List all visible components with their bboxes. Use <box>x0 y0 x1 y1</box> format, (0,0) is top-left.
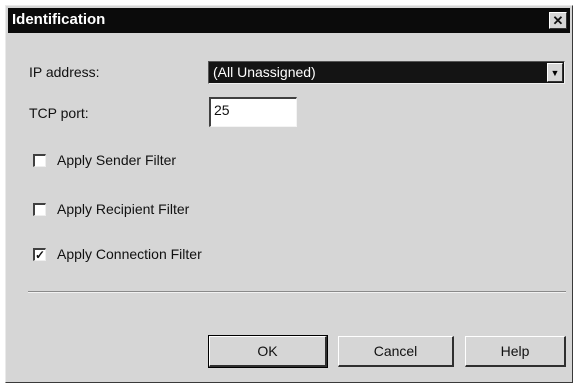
ip-address-select[interactable]: (All Unassigned) ▼ <box>208 61 565 84</box>
cancel-button[interactable]: Cancel <box>338 336 454 367</box>
sender-filter-option[interactable]: Apply Sender Filter <box>33 152 176 168</box>
ip-address-label: IP address: <box>29 64 100 80</box>
chevron-down-icon: ▼ <box>550 67 560 78</box>
identification-dialog: Identification ✕ IP address: (All Unassi… <box>5 5 573 383</box>
tcp-port-label: TCP port: <box>29 105 89 121</box>
recipient-filter-checkbox[interactable] <box>33 202 46 216</box>
ok-button[interactable]: OK <box>208 335 328 368</box>
help-button[interactable]: Help <box>465 336 566 367</box>
connection-filter-option[interactable]: ✓ Apply Connection Filter <box>33 246 202 262</box>
dialog-title: Identification <box>12 11 106 28</box>
connection-filter-label: Apply Connection Filter <box>57 246 202 262</box>
sender-filter-label: Apply Sender Filter <box>57 152 177 168</box>
sender-filter-checkbox[interactable] <box>33 153 46 167</box>
ip-address-value: (All Unassigned) <box>213 64 316 80</box>
recipient-filter-label: Apply Recipient Filter <box>57 201 190 217</box>
recipient-filter-option[interactable]: Apply Recipient Filter <box>33 201 189 217</box>
dropdown-button[interactable]: ▼ <box>547 63 563 82</box>
checkmark-icon: ✓ <box>34 247 46 262</box>
close-button[interactable]: ✕ <box>549 12 567 29</box>
connection-filter-checkbox[interactable]: ✓ <box>33 247 46 262</box>
tcp-port-input[interactable]: 25 <box>209 97 297 127</box>
separator <box>28 291 566 293</box>
close-icon: ✕ <box>552 13 564 28</box>
title-bar[interactable]: Identification ✕ <box>8 8 570 33</box>
